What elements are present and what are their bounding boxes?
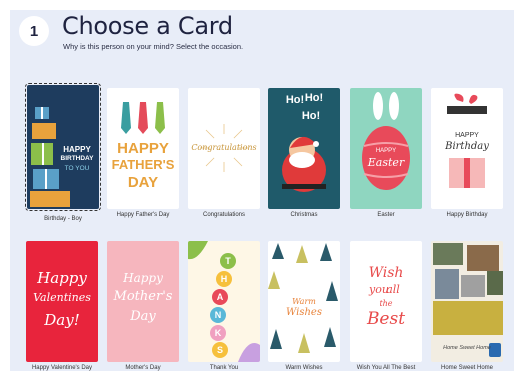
card-art-line: Mother's <box>113 289 173 304</box>
card-warm-wishes[interactable]: Warm Wishes <box>268 241 340 362</box>
card-label[interactable]: Wish You All The Best <box>344 365 428 371</box>
card-valentines-day[interactable]: Happy Valentines Day! <box>26 241 98 362</box>
card-art-line: Home Sweet Home <box>443 345 491 351</box>
card-art-line: Day! <box>44 311 80 329</box>
card-art-line: H <box>220 274 228 284</box>
card-art-line: Easter <box>367 156 405 169</box>
card-art-line: BIRTHDAY <box>60 155 94 162</box>
card-home-sweet-home[interactable]: Home Sweet Home <box>431 241 503 362</box>
card-label[interactable]: Congratulations <box>182 212 266 218</box>
card-art-line: HAPPY <box>63 145 91 154</box>
card-happy-birthday[interactable]: HAPPY Birthday <box>431 88 503 209</box>
card-art-line: Ho! <box>304 92 324 104</box>
card-art-line: all <box>386 283 400 296</box>
card-art-line: HAPPY <box>117 140 169 157</box>
card-art-line: N <box>214 310 222 320</box>
card-label[interactable]: Birthday - Boy <box>21 216 105 222</box>
card-art-line: the <box>379 299 393 308</box>
card-label[interactable]: Warm Wishes <box>262 365 346 371</box>
card-art-line: Happy <box>123 271 163 285</box>
card-art-line: A <box>216 292 224 302</box>
card-art-line: Best <box>366 309 406 329</box>
card-label[interactable]: Easter <box>344 212 428 218</box>
step-number-badge: 1 <box>19 16 49 46</box>
card-art-line: Ho! <box>301 110 321 122</box>
card-art-line: S <box>216 345 223 355</box>
card-label[interactable]: Happy Valentine's Day <box>20 365 104 371</box>
card-mothers-day[interactable]: Happy Mother's Day <box>107 241 179 362</box>
ties-icon <box>121 102 165 134</box>
page-subtitle: Why is this person on your mind? Select … <box>63 42 244 51</box>
card-art-line: Wishes <box>286 307 322 318</box>
card-art-line: TO YOU <box>64 165 90 172</box>
card-art-line: Valentines <box>33 291 91 304</box>
card-wish-you-all-the-best[interactable]: Wish you all the Best <box>350 241 422 362</box>
card-fathers-day[interactable]: HAPPY FATHER'S DAY <box>107 88 179 209</box>
card-art-line: Happy <box>37 269 87 287</box>
card-art-line: HAPPY <box>375 148 397 154</box>
card-art-line: Wish <box>368 265 404 281</box>
card-congratulations[interactable]: Congratulations <box>188 88 260 209</box>
card-label[interactable]: Home Sweet Home <box>425 365 509 371</box>
card-label[interactable]: Christmas <box>262 212 346 218</box>
card-art-line: DAY <box>127 174 159 191</box>
card-art-line: T <box>225 256 231 266</box>
card-art-line: Congratulations <box>191 143 257 152</box>
santa-icon <box>282 136 326 192</box>
card-christmas[interactable]: Ho! Ho! Ho! <box>268 88 340 209</box>
card-art-line: K <box>214 328 222 338</box>
card-thank-you[interactable]: T H A N K S <box>188 241 260 362</box>
card-art-line: Day <box>130 309 156 324</box>
card-art-line: FATHER'S <box>111 157 175 172</box>
card-art-line: Birthday <box>445 141 489 152</box>
card-art-line: Warm <box>292 297 316 306</box>
card-easter[interactable]: HAPPY Easter <box>350 88 422 209</box>
card-label[interactable]: Happy Birthday <box>425 212 509 218</box>
page-title: Choose a Card <box>62 12 233 40</box>
card-birthday-boy[interactable]: HAPPY BIRTHDAY TO YOU <box>25 83 101 211</box>
card-label[interactable]: Mother's Day <box>101 365 185 371</box>
card-label[interactable]: Happy Father's Day <box>101 212 185 218</box>
photo-collage-icon <box>433 243 503 357</box>
card-label[interactable]: Thank You <box>182 365 266 371</box>
card-art-line: HAPPY <box>455 132 479 139</box>
